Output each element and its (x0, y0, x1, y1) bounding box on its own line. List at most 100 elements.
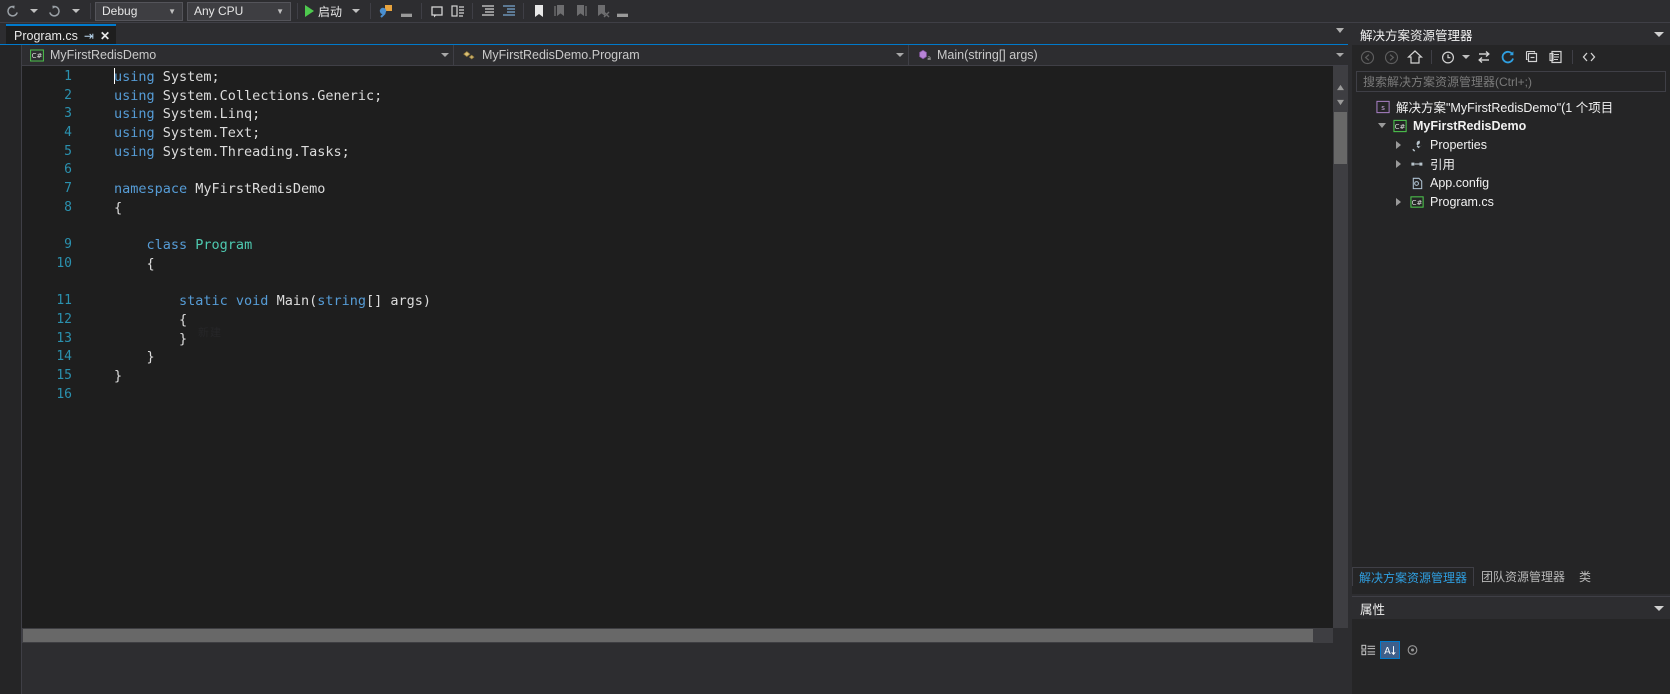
solution-explorer-search-input[interactable]: 搜索解决方案资源管理器(Ctrl+;) (1356, 71, 1666, 92)
class-icon (460, 48, 477, 62)
outdent-icon[interactable] (498, 1, 519, 22)
tree-expander-right-icon[interactable] (1392, 140, 1405, 149)
code-line[interactable]: 14 } (22, 348, 1333, 367)
pending-changes-icon[interactable] (1437, 47, 1459, 67)
code-line[interactable] (22, 218, 1333, 237)
navbar-project-dropdown[interactable]: C# MyFirstRedisDemo (22, 45, 454, 65)
editor-navigation-bar: C# MyFirstRedisDemo MyFirstRedisDemo.Pro… (22, 45, 1348, 66)
comment-selection-icon[interactable] (426, 1, 447, 22)
solution-configuration-combo[interactable]: Debug ▼ (95, 1, 183, 21)
config-file-icon (1409, 176, 1426, 190)
collapse-all-icon[interactable] (1521, 47, 1543, 67)
document-tab-program-cs[interactable]: Program.cs ⇥ ✕ (6, 24, 117, 45)
start-debug-dropdown[interactable] (345, 1, 366, 22)
navigate-back-dropdown[interactable] (23, 1, 44, 22)
vertical-scrollbar-thumb[interactable] (1334, 112, 1347, 164)
tree-item-label: Program.cs (1430, 194, 1494, 209)
show-all-files-icon[interactable] (1578, 47, 1600, 67)
tree-item[interactable]: C# Program.cs (1352, 192, 1670, 211)
alphabetical-icon[interactable]: A (1380, 641, 1400, 659)
code-line[interactable]: 8{ (22, 199, 1333, 218)
previous-bookmark-icon[interactable] (549, 1, 570, 22)
editor-horizontal-scrollbar[interactable] (22, 628, 1333, 643)
navigate-back-button[interactable] (2, 1, 23, 22)
properties-window-icon[interactable] (1545, 47, 1567, 67)
tree-item[interactable]: s 解决方案"MyFirstRedisDemo"(1 个项目 (1352, 97, 1670, 116)
scroll-down-icon[interactable] (1333, 95, 1348, 110)
code-line[interactable]: 9 class Program (22, 236, 1333, 255)
tree-expander-right-icon[interactable] (1392, 159, 1405, 168)
horizontal-scrollbar-thumb[interactable] (23, 629, 1313, 642)
clear-bookmarks-icon[interactable] (591, 1, 612, 22)
next-bookmark-icon[interactable] (570, 1, 591, 22)
code-line[interactable]: 2 using System.Collections.Generic; (22, 87, 1333, 106)
tree-item[interactable]: C# MyFirstRedisDemo (1352, 116, 1670, 135)
code-line[interactable]: 7 namespace MyFirstRedisDemo (22, 180, 1333, 199)
code-line[interactable]: 16 (22, 386, 1333, 405)
code-line[interactable]: 10 { (22, 255, 1333, 274)
uncomment-selection-icon[interactable] (447, 1, 468, 22)
properties-header: 属性 (1352, 597, 1670, 619)
code-line[interactable]: 12 { (22, 311, 1333, 330)
code-line[interactable]: 3 using System.Linq; (22, 105, 1333, 124)
left-tool-window-rail[interactable] (0, 23, 22, 694)
sync-with-active-document-icon[interactable] (1473, 47, 1495, 67)
navigate-forward-button[interactable] (44, 1, 65, 22)
solution-configuration-value: Debug (102, 4, 138, 18)
scroll-up-icon[interactable] (1333, 80, 1348, 95)
code-line[interactable]: 6 (22, 161, 1333, 180)
toolbar-overflow-button[interactable]: ▬ (396, 1, 417, 22)
close-icon[interactable]: ✕ (100, 29, 110, 43)
attach-to-process-icon[interactable] (375, 1, 396, 22)
chevron-down-icon (896, 53, 904, 57)
line-number: 4 (64, 125, 72, 141)
indent-icon[interactable] (477, 1, 498, 22)
code-line[interactable]: 13 } (22, 330, 1333, 349)
categorized-icon[interactable] (1358, 641, 1378, 659)
navigate-forward-dropdown[interactable] (65, 1, 86, 22)
solution-platform-combo[interactable]: Any CPU ▼ (187, 1, 291, 21)
panel-tab[interactable]: 解决方案资源管理器 (1352, 567, 1475, 586)
tree-expander-down-icon[interactable] (1375, 123, 1388, 128)
panel-menu-chevron-down-icon[interactable] (1654, 31, 1664, 37)
tree-item[interactable]: App.config (1352, 173, 1670, 192)
home-icon[interactable] (1404, 47, 1426, 67)
tree-expander-right-icon[interactable] (1392, 197, 1405, 206)
refresh-icon[interactable] (1497, 47, 1519, 67)
properties-title: 属性 (1360, 602, 1386, 617)
text-caret (114, 68, 115, 84)
code-line[interactable]: 11 static void Main(string[] args) (22, 292, 1333, 311)
code-line[interactable]: 4 using System.Text; (22, 124, 1333, 143)
line-text: { (114, 255, 155, 272)
line-number: 15 (56, 368, 72, 383)
navbar-member-dropdown[interactable]: a Main(string[] args) (909, 45, 1348, 65)
tree-item[interactable]: Properties (1352, 135, 1670, 154)
line-text: namespace MyFirstRedisDemo (114, 181, 326, 198)
start-debug-button[interactable]: 启动 (302, 1, 345, 22)
editor-vertical-scrollbar[interactable] (1333, 66, 1348, 628)
bookmark-icon[interactable] (528, 1, 549, 22)
code-line[interactable]: 5 using System.Threading.Tasks; (22, 143, 1333, 162)
code-editor[interactable]: 新建 1 using System; 2 using System.Collectio… (22, 66, 1333, 628)
code-line[interactable] (22, 274, 1333, 293)
line-text: using System.Text; (114, 125, 261, 142)
panel-menu-chevron-down-icon[interactable] (1654, 605, 1664, 611)
properties-icon[interactable] (1402, 641, 1422, 659)
back-icon[interactable] (1356, 47, 1378, 67)
line-text: { (114, 199, 123, 216)
panel-tab[interactable]: 类 (1572, 567, 1598, 586)
forward-icon[interactable] (1380, 47, 1402, 67)
tree-item[interactable]: 引用 (1352, 154, 1670, 173)
tab-list-chevron-down-icon[interactable] (1336, 28, 1344, 33)
panel-tab[interactable]: 团队资源管理器 (1474, 567, 1572, 586)
pin-icon[interactable]: ⇥ (84, 29, 94, 43)
code-line[interactable]: 1 using System; (22, 68, 1333, 87)
line-number: 8 (64, 199, 72, 215)
navbar-type-dropdown[interactable]: MyFirstRedisDemo.Program (454, 45, 909, 65)
chevron-down-icon: ▼ (276, 6, 284, 16)
pending-changes-dropdown[interactable] (1461, 47, 1471, 67)
line-number: 10 (56, 255, 72, 271)
toolbar-overflow-chevron[interactable]: ▬ (612, 1, 633, 22)
panel-tab-label: 类 (1579, 570, 1592, 584)
code-line[interactable]: 15} (22, 367, 1333, 386)
